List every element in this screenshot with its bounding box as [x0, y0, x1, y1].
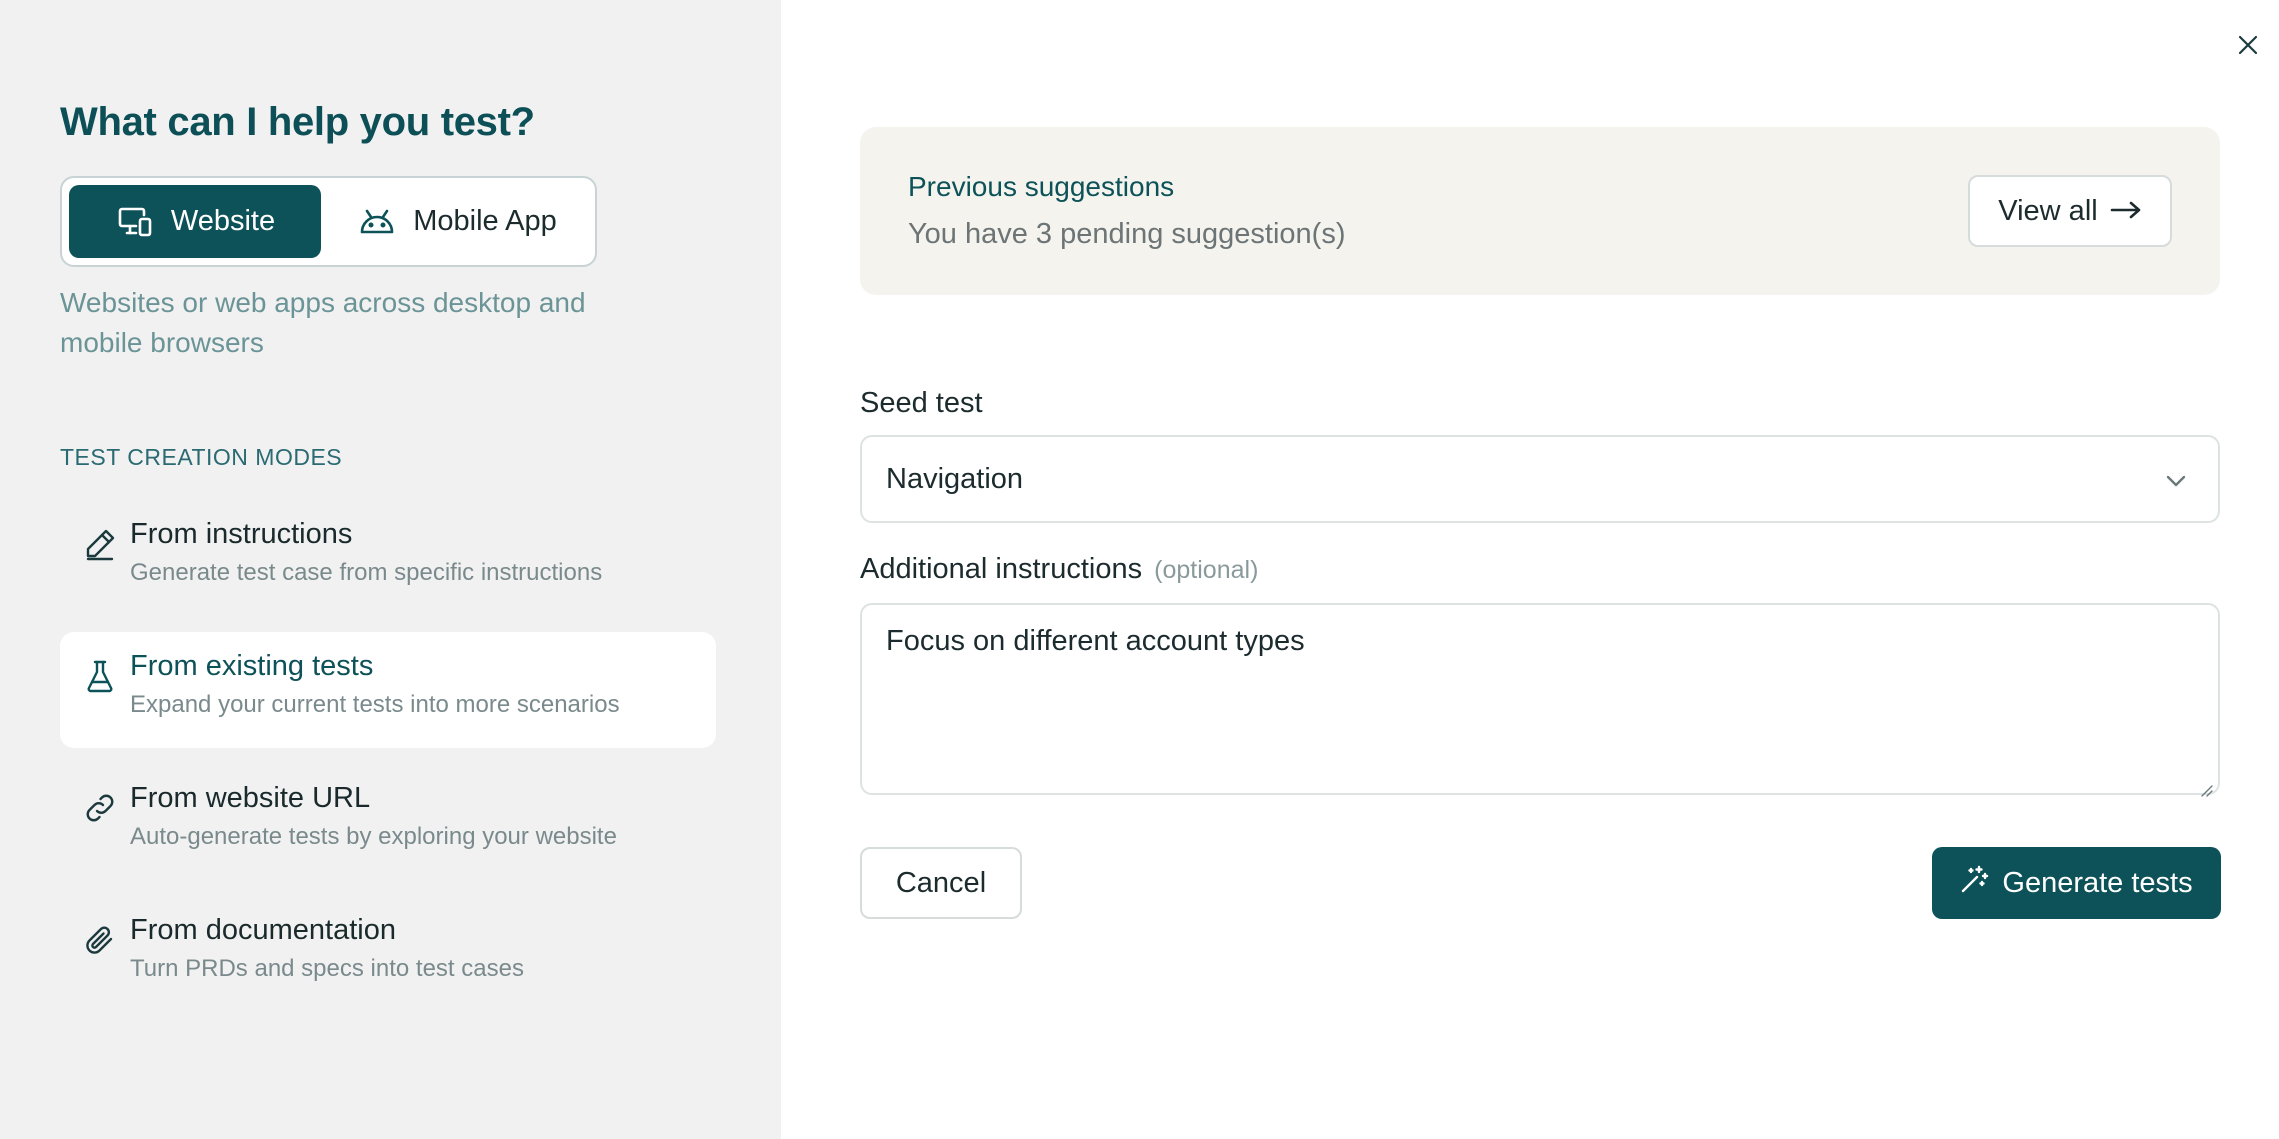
additional-instructions-label: Additional instructions (optional) [860, 553, 1258, 586]
mode-title: From documentation [130, 914, 396, 946]
website-toggle-button[interactable]: Website [69, 185, 321, 258]
seed-test-label: Seed test [860, 387, 983, 419]
chevron-down-icon [2162, 467, 2190, 495]
mode-title: From instructions [130, 518, 353, 550]
website-toggle-label: Website [170, 205, 276, 237]
cancel-button[interactable]: Cancel [860, 847, 1022, 919]
view-all-button[interactable]: View all [1968, 175, 2172, 247]
left-panel: What can I help you test? Website Mobile… [0, 0, 781, 1139]
test-creation-modes: From instructions Generate test case fro… [60, 500, 716, 1028]
section-label: TEST CREATION MODES [60, 444, 343, 470]
mode-from-website-url[interactable]: From website URL Auto-generate tests by … [60, 764, 716, 880]
mode-subtitle: Turn PRDs and specs into test cases [130, 955, 524, 982]
flask-icon [82, 658, 118, 694]
mode-subtitle: Expand your current tests into more scen… [130, 691, 620, 718]
panel-title: What can I help you test? [60, 100, 535, 144]
additional-instructions-textarea[interactable]: Focus on different account types [860, 603, 2220, 797]
generate-tests-button[interactable]: Generate tests [1932, 847, 2221, 919]
optional-label: (optional) [1154, 556, 1259, 584]
create-tests-modal: What can I help you test? Website Mobile… [0, 0, 2279, 1139]
additional-instructions-label-text: Additional instructions [860, 553, 1143, 585]
suggestions-title: Previous suggestions [908, 171, 1175, 202]
mode-title: From existing tests [130, 650, 374, 682]
seed-test-value: Navigation [886, 462, 1024, 495]
previous-suggestions-card: Previous suggestions You have 3 pending … [860, 127, 2220, 295]
close-button[interactable] [2231, 30, 2265, 64]
mode-from-existing-tests[interactable]: From existing tests Expand your current … [60, 632, 716, 748]
generate-tests-label: Generate tests [2002, 866, 2193, 899]
pencil-icon [82, 526, 118, 562]
additional-instructions-value: Focus on different account types [886, 625, 1305, 657]
mode-title: From website URL [130, 782, 371, 814]
suggestions-count: You have 3 pending suggestion(s) [908, 218, 1346, 250]
devices-icon [115, 202, 155, 242]
paperclip-icon [82, 922, 118, 958]
right-panel: Previous suggestions You have 3 pending … [781, 0, 2279, 1139]
platform-toggle: Website Mobile App [60, 176, 597, 267]
mobile-app-toggle-button[interactable]: Mobile App [327, 185, 587, 258]
mobile-app-toggle-label: Mobile App [413, 205, 557, 237]
android-icon [357, 202, 397, 242]
seed-test-select[interactable]: Navigation [860, 435, 2220, 523]
mode-subtitle: Generate test case from specific instruc… [130, 559, 603, 586]
platform-description: Websites or web apps across desktop and … [60, 287, 586, 358]
mode-from-instructions[interactable]: From instructions Generate test case fro… [60, 500, 716, 616]
mode-subtitle: Auto-generate tests by exploring your we… [130, 823, 617, 850]
close-icon [2236, 33, 2260, 62]
mode-from-documentation[interactable]: From documentation Turn PRDs and specs i… [60, 896, 716, 1012]
resize-handle-icon[interactable] [2198, 773, 2214, 797]
magic-wand-icon [1960, 864, 1990, 902]
view-all-label: View all [1998, 194, 2098, 227]
link-icon [82, 790, 118, 826]
arrow-right-icon [2110, 195, 2142, 228]
